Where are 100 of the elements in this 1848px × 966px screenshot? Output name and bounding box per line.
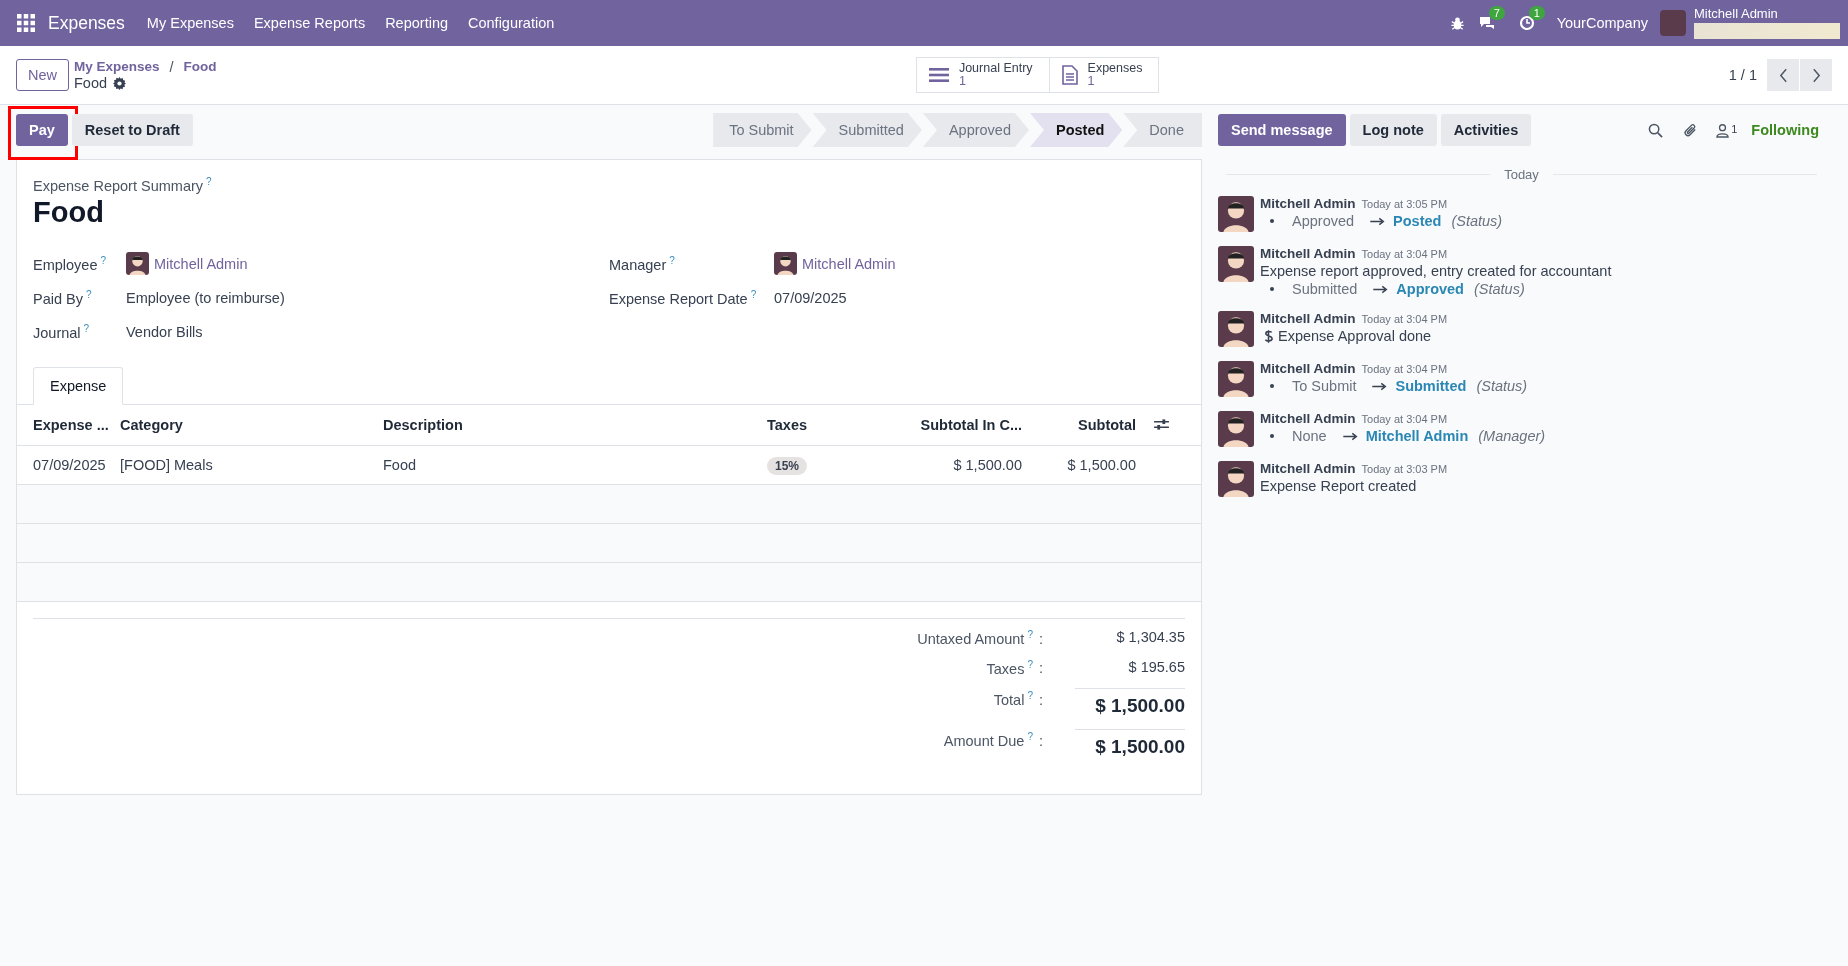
field-label: Manager bbox=[609, 256, 667, 273]
user-avatar bbox=[1218, 246, 1254, 282]
user-link[interactable]: Mitchell Admin bbox=[802, 255, 896, 272]
message-author: Mitchell Admin bbox=[1260, 361, 1356, 376]
app-grid-icon[interactable] bbox=[17, 14, 35, 32]
message-author: Mitchell Admin bbox=[1260, 196, 1356, 211]
table-cell: Food bbox=[383, 456, 417, 473]
help-mark[interactable]: ? bbox=[1027, 628, 1033, 640]
menu-item[interactable]: My Expenses bbox=[146, 15, 234, 31]
table-cell: $ 1,500.00 bbox=[1067, 456, 1136, 473]
user-avatar bbox=[1218, 311, 1254, 347]
field-label: Expense Report Date bbox=[609, 290, 748, 307]
column-settings-icon[interactable] bbox=[1154, 418, 1169, 432]
status-stage[interactable]: Done bbox=[1123, 113, 1202, 147]
help-mark[interactable]: ? bbox=[1027, 731, 1033, 743]
field-value: Employee (to reimburse) bbox=[126, 289, 285, 306]
column-header[interactable]: Expense ... bbox=[33, 416, 109, 433]
help-mark[interactable]: ? bbox=[83, 322, 90, 334]
company-switcher[interactable]: YourCompany bbox=[1556, 15, 1648, 31]
record-title: Food bbox=[33, 195, 105, 229]
bug-icon[interactable] bbox=[1449, 15, 1465, 31]
arrow-icon bbox=[1370, 216, 1386, 226]
chevron-left-icon bbox=[1778, 67, 1788, 83]
table-cell: $ 1,500.00 bbox=[953, 456, 1022, 473]
pager-value: 1 / 1 bbox=[1728, 67, 1757, 83]
activity-count-badge: 1 bbox=[1528, 6, 1545, 20]
user-name[interactable]: Mitchell Admin bbox=[1694, 7, 1840, 21]
breadcrumb-link[interactable]: Food bbox=[183, 59, 217, 75]
column-header[interactable]: Category bbox=[120, 416, 183, 433]
status-stage[interactable]: Approved bbox=[922, 113, 1029, 147]
follower-count: 1 bbox=[1731, 122, 1738, 135]
search-icon[interactable] bbox=[1648, 122, 1664, 138]
field-name: (Status) bbox=[1451, 213, 1503, 229]
message-text: Expense report approved, entry created for accountant bbox=[1260, 263, 1612, 279]
help-mark[interactable]: ? bbox=[100, 254, 107, 266]
following-button[interactable]: Following bbox=[1745, 121, 1825, 139]
chatter-button[interactable]: Activities bbox=[1440, 114, 1532, 146]
help-mark[interactable]: ? bbox=[750, 288, 757, 300]
label-colon: : bbox=[1038, 660, 1043, 677]
message-text: Expense Approval done bbox=[1278, 328, 1432, 344]
settings-icon[interactable] bbox=[113, 76, 127, 90]
message-time: Today at 3:03 PM bbox=[1361, 463, 1448, 475]
new-button[interactable]: New bbox=[16, 59, 69, 91]
chatter-button[interactable]: Log note bbox=[1349, 114, 1437, 146]
message-time: Today at 3:04 PM bbox=[1361, 413, 1448, 425]
new-value: Submitted bbox=[1395, 378, 1467, 394]
menu-item[interactable]: Expense Reports bbox=[253, 15, 366, 31]
column-header[interactable]: Subtotal In C... bbox=[920, 416, 1022, 433]
user-avatar bbox=[1218, 196, 1254, 232]
column-header[interactable]: Taxes bbox=[767, 416, 808, 433]
smart-button[interactable]: Journal Entry 1 bbox=[915, 57, 1050, 93]
arrow-icon bbox=[1372, 381, 1388, 391]
chat-icon[interactable] bbox=[1478, 15, 1497, 31]
label-colon: : bbox=[1038, 692, 1043, 709]
field-label: Employee bbox=[33, 256, 98, 273]
clock-icon[interactable] bbox=[1518, 15, 1535, 31]
help-mark[interactable]: ? bbox=[1027, 658, 1033, 670]
field-value: 07/09/2025 bbox=[774, 289, 847, 306]
status-stage[interactable]: To Submit bbox=[713, 113, 812, 147]
field-label: Paid By bbox=[33, 290, 83, 307]
field-label: Expense Report Summary bbox=[33, 177, 204, 194]
new-value: Posted bbox=[1393, 213, 1442, 229]
document-icon bbox=[1061, 65, 1078, 85]
breadcrumb-link[interactable]: My Expenses bbox=[74, 59, 160, 75]
message-author: Mitchell Admin bbox=[1260, 311, 1356, 326]
action-button[interactable]: Reset to Draft bbox=[71, 114, 193, 146]
field-value: Vendor Bills bbox=[126, 323, 203, 340]
chatter-button[interactable]: Send message bbox=[1218, 114, 1346, 146]
total-value: $ 1,500.00 bbox=[1095, 736, 1185, 758]
smart-button[interactable]: Expenses 1 bbox=[1049, 57, 1160, 93]
help-mark[interactable]: ? bbox=[86, 288, 92, 300]
arrow-icon bbox=[1373, 284, 1389, 294]
status-stage[interactable]: Submitted bbox=[812, 113, 922, 147]
field-name: (Status) bbox=[1473, 281, 1525, 297]
old-value: To Submit bbox=[1292, 378, 1357, 394]
person-icon[interactable] bbox=[1716, 122, 1730, 138]
status-stage[interactable]: Posted bbox=[1030, 113, 1123, 147]
table-cell: 07/09/2025 bbox=[33, 456, 106, 473]
message-author: Mitchell Admin bbox=[1260, 411, 1356, 426]
message-time: Today at 3:04 PM bbox=[1361, 313, 1448, 325]
bullet-icon bbox=[1270, 287, 1274, 291]
previous-button[interactable] bbox=[1767, 59, 1799, 91]
action-button[interactable]: Pay bbox=[16, 114, 68, 146]
field-name: (Status) bbox=[1476, 378, 1528, 394]
help-mark[interactable]: ? bbox=[669, 254, 675, 266]
user-avatar bbox=[774, 252, 797, 276]
breadcrumb-separator: / bbox=[169, 59, 174, 75]
arrow-icon bbox=[1342, 431, 1358, 441]
message-time: Today at 3:05 PM bbox=[1361, 198, 1448, 210]
help-mark[interactable]: ? bbox=[1027, 690, 1033, 702]
list-icon bbox=[928, 67, 949, 83]
help-mark[interactable]: ? bbox=[206, 176, 212, 187]
label-colon: : bbox=[1038, 630, 1043, 647]
menu-item[interactable]: Reporting bbox=[385, 15, 448, 31]
app-name[interactable]: Expenses bbox=[48, 12, 125, 34]
notebook-tab[interactable]: Expense bbox=[33, 366, 124, 405]
column-header[interactable]: Description bbox=[383, 416, 463, 433]
column-header[interactable]: Subtotal bbox=[1078, 416, 1136, 433]
menu-item[interactable]: Configuration bbox=[468, 15, 555, 31]
user-link[interactable]: Mitchell Admin bbox=[154, 255, 248, 272]
